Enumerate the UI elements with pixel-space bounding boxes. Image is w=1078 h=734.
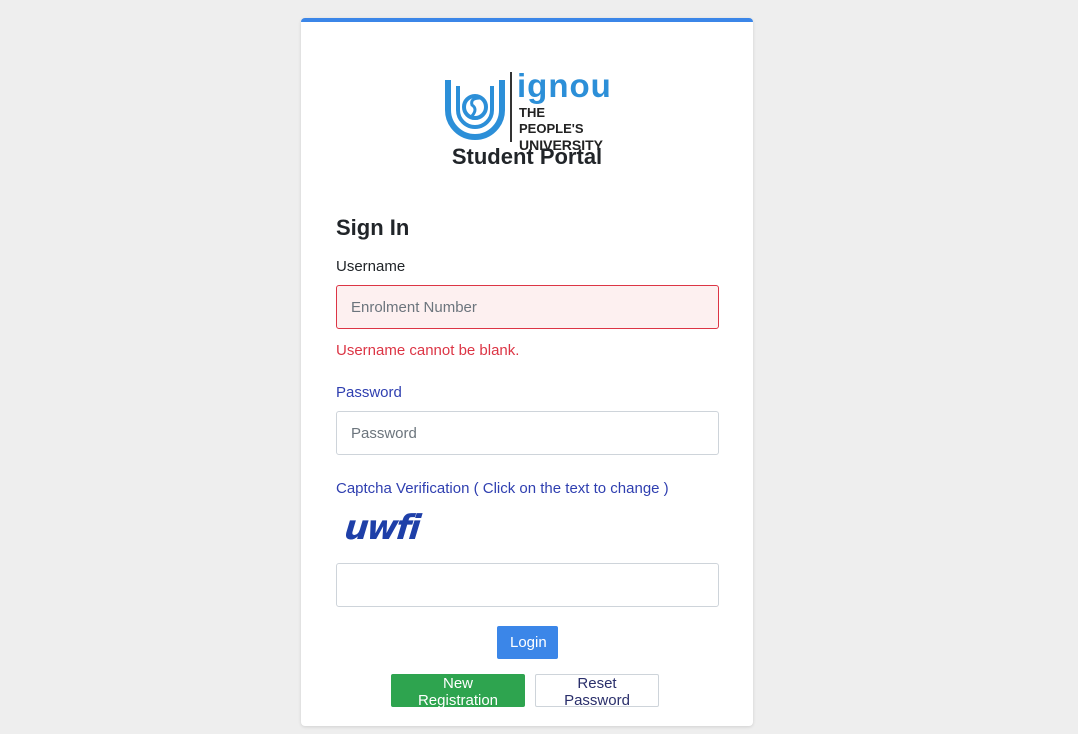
logo-brand-text: ignou [517, 67, 612, 104]
sign-in-heading: Sign In [336, 215, 410, 240]
username-label: Username [336, 258, 406, 275]
captcha-input[interactable] [336, 563, 719, 607]
logo-divider [510, 72, 512, 142]
reset-password-button[interactable]: Reset Password [535, 674, 659, 709]
username-input[interactable] [336, 285, 719, 329]
captcha-label: Captcha Verification ( Click on the text… [336, 480, 669, 497]
ignou-logo: ignou THE PEOPLE'S UNIVERSITY [442, 67, 612, 153]
logo-tagline-line1: THE PEOPLE'S [519, 105, 584, 136]
password-label: Password [336, 384, 402, 401]
new-registration-button[interactable]: New Registration [391, 674, 525, 709]
login-card: ignou THE PEOPLE'S UNIVERSITY Student Po… [301, 18, 753, 726]
password-input[interactable] [336, 411, 719, 455]
login-button[interactable]: Login [497, 626, 558, 659]
ignou-emblem-icon [445, 80, 505, 140]
captcha-image[interactable]: uwfi [345, 506, 425, 546]
username-error: Username cannot be blank. [336, 342, 520, 359]
captcha-text: uwfi [345, 508, 424, 546]
portal-title: Student Portal [451, 144, 603, 169]
